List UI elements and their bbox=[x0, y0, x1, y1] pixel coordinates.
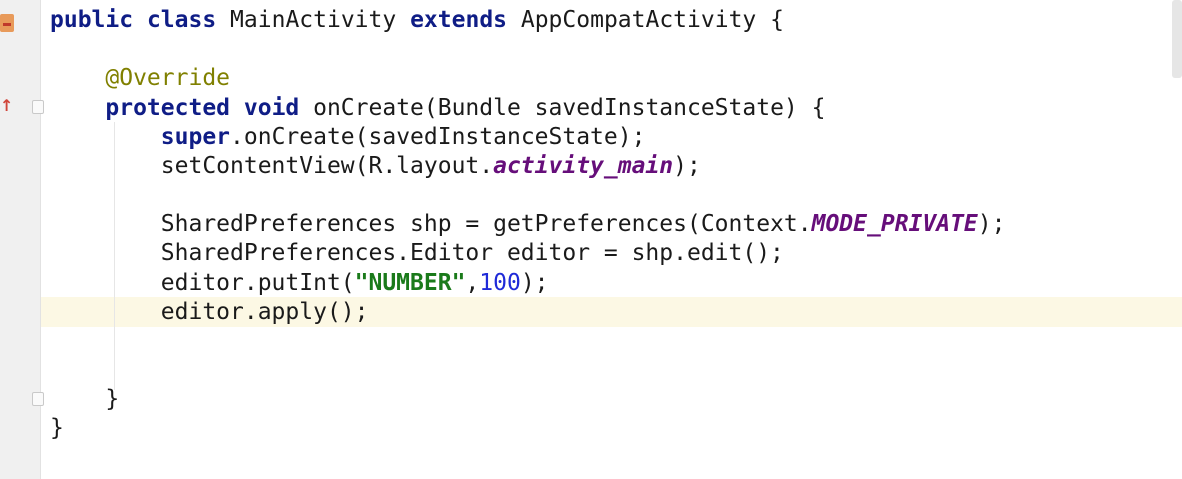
code-token: class bbox=[146, 7, 217, 33]
code-token: MODE_PRIVATE bbox=[811, 211, 978, 237]
code-token: , bbox=[465, 270, 480, 296]
code-token: onCreate(Bundle savedInstanceState) { bbox=[299, 95, 826, 121]
code-line[interactable]: super.onCreate(savedInstanceState); bbox=[50, 122, 646, 152]
code-line[interactable]: editor.apply(); bbox=[50, 297, 369, 327]
code-line[interactable]: setContentView(R.layout.activity_main); bbox=[50, 151, 701, 181]
code-token: editor.putInt( bbox=[50, 270, 355, 296]
override-arrow-icon[interactable]: ↑ bbox=[0, 96, 13, 115]
code-token: "NUMBER" bbox=[354, 270, 466, 296]
code-line[interactable]: } bbox=[50, 413, 64, 443]
code-line[interactable]: @Override bbox=[50, 63, 230, 93]
code-token: .onCreate(savedInstanceState); bbox=[230, 124, 646, 150]
code-line[interactable]: } bbox=[50, 384, 119, 414]
code-token: setContentView(R.layout. bbox=[50, 153, 494, 179]
code-token: 100 bbox=[479, 270, 521, 296]
code-token: } bbox=[50, 386, 120, 412]
code-token: super bbox=[160, 124, 231, 150]
code-token: ); bbox=[520, 270, 549, 296]
code-line[interactable]: editor.putInt("NUMBER",100); bbox=[50, 268, 549, 298]
code-editor[interactable]: ↑ public class MainActivity extends AppC… bbox=[0, 0, 1182, 479]
code-token: void bbox=[243, 95, 300, 121]
code-token: public bbox=[50, 7, 134, 33]
code-token: } bbox=[50, 415, 64, 441]
code-token: AppCompatActivity { bbox=[507, 7, 784, 33]
code-token: activity_main bbox=[493, 153, 674, 179]
code-token: ); bbox=[673, 153, 701, 179]
code-token: protected bbox=[105, 95, 231, 121]
class-icon[interactable] bbox=[0, 14, 14, 32]
code-line[interactable]: protected void onCreate(Bundle savedInst… bbox=[50, 93, 825, 123]
editor-gutter: ↑ bbox=[0, 0, 44, 479]
code-token: extends bbox=[410, 7, 508, 33]
code-line[interactable]: SharedPreferences shp = getPreferences(C… bbox=[50, 209, 1006, 239]
vertical-scrollbar[interactable] bbox=[1172, 0, 1182, 78]
code-line[interactable]: public class MainActivity extends AppCom… bbox=[50, 5, 784, 35]
code-token: @Override bbox=[105, 65, 231, 91]
code-token: SharedPreferences.Editor editor = shp.ed… bbox=[50, 240, 784, 266]
code-token: ); bbox=[977, 211, 1006, 237]
code-token: editor.apply(); bbox=[50, 299, 369, 325]
code-token: SharedPreferences shp = getPreferences(C… bbox=[50, 211, 812, 237]
code-line[interactable]: SharedPreferences.Editor editor = shp.ed… bbox=[50, 238, 784, 268]
code-token: MainActivity bbox=[216, 7, 411, 33]
fold-close-icon[interactable] bbox=[32, 392, 44, 406]
fold-open-icon[interactable] bbox=[32, 100, 44, 114]
